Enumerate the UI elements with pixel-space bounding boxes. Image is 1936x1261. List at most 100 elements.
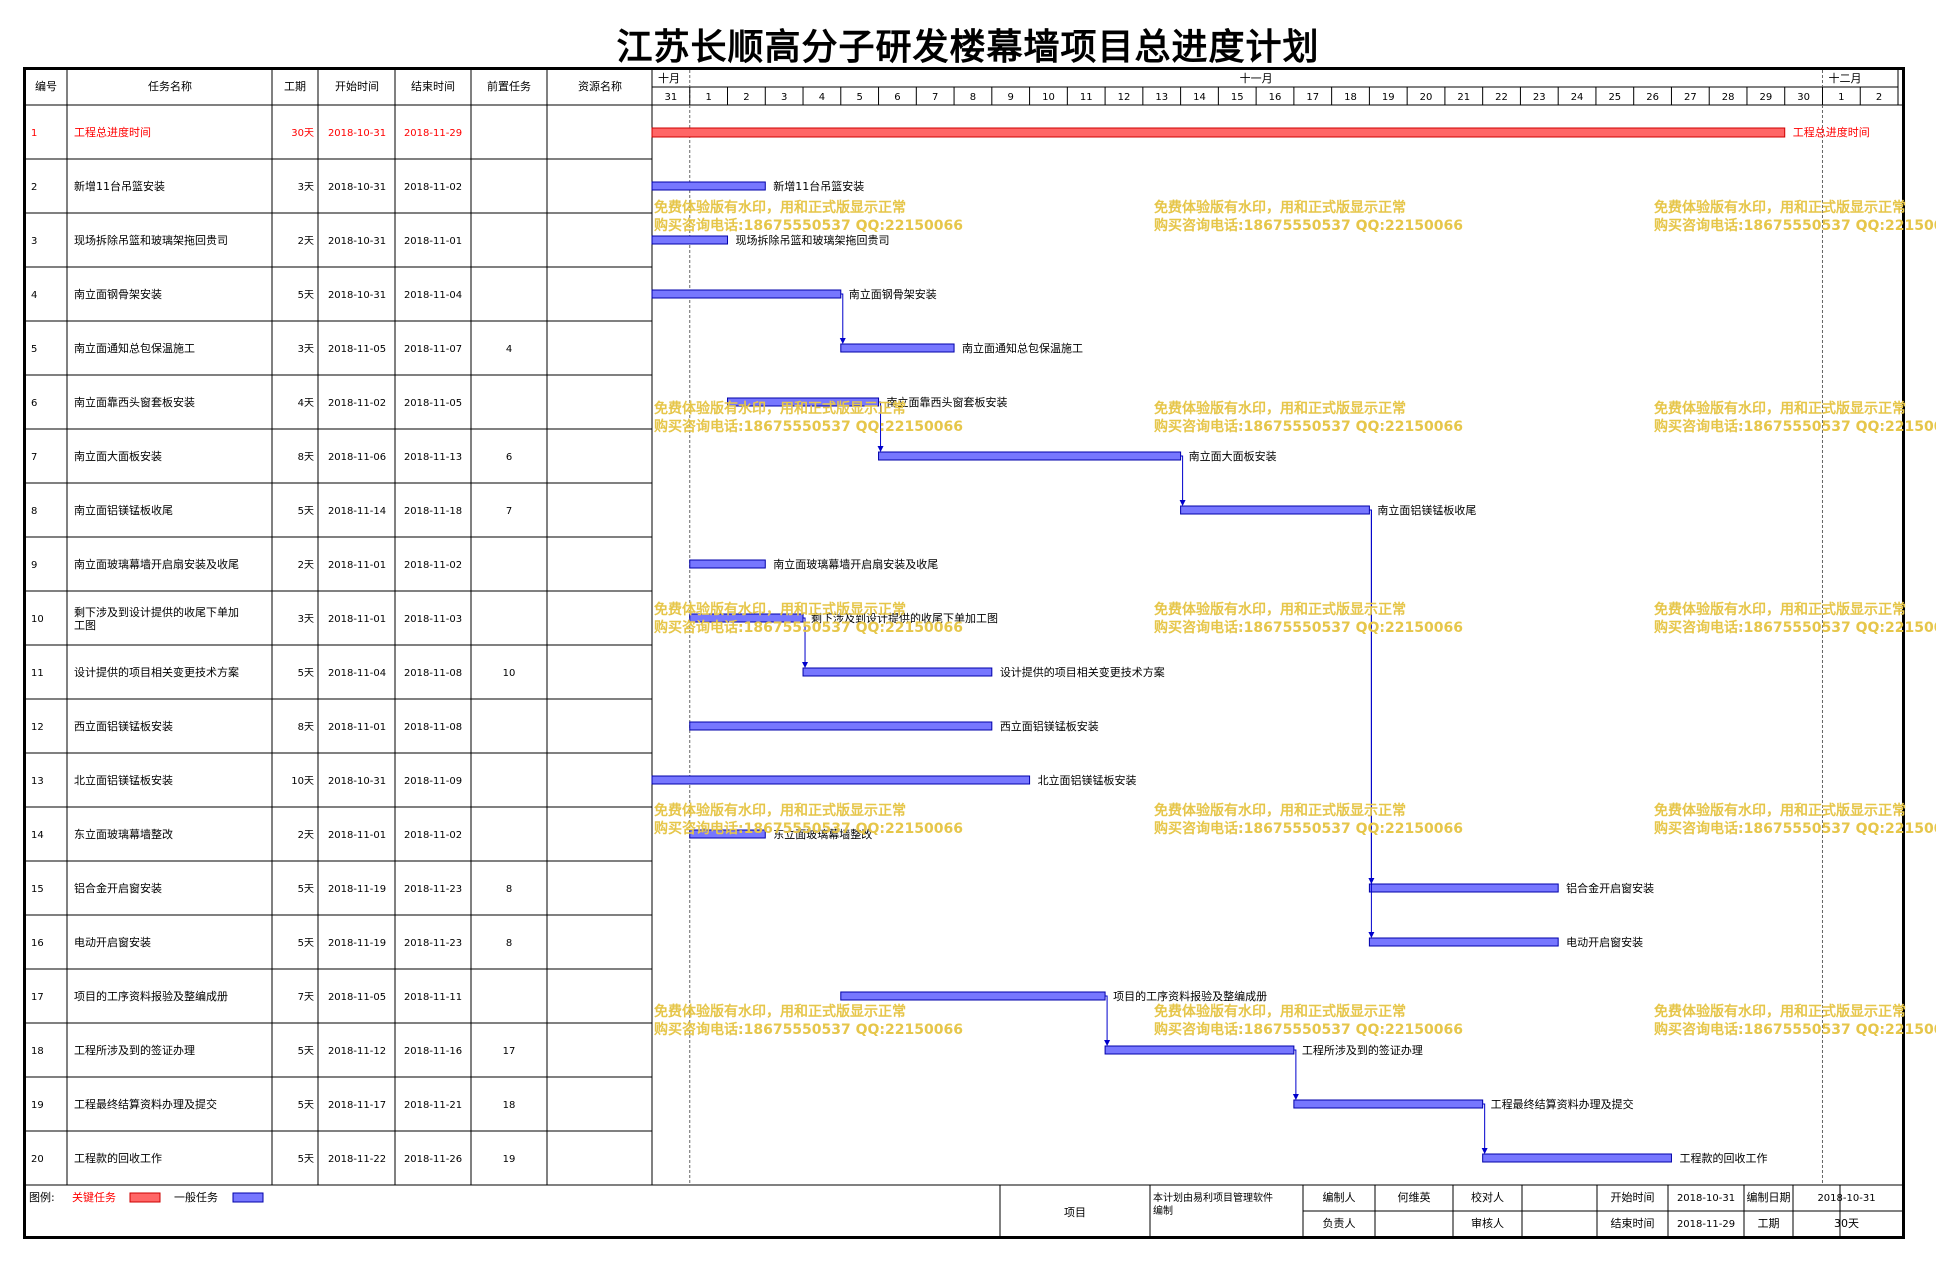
task-predecessor: 8 xyxy=(506,884,512,895)
dependency-link xyxy=(1293,1049,1297,1098)
task-predecessor: 10 xyxy=(503,668,516,679)
footer-reviewer-label: 审核人 xyxy=(1471,1216,1504,1230)
day-label: 26 xyxy=(1646,92,1659,103)
bar-label: 南立面玻璃幕墙开启扇安装及收尾 xyxy=(773,557,938,571)
day-label: 1 xyxy=(1838,92,1844,103)
task-start: 2018-11-12 xyxy=(328,1046,386,1057)
task-id: 5 xyxy=(31,344,37,355)
footer-software-note: 编制 xyxy=(1153,1204,1173,1217)
task-end: 2018-11-29 xyxy=(404,128,462,139)
day-label: 23 xyxy=(1533,92,1546,103)
day-label: 25 xyxy=(1608,92,1621,103)
task-name: 工图 xyxy=(74,619,96,632)
task-start: 2018-11-17 xyxy=(328,1100,386,1111)
task-duration: 3天 xyxy=(298,614,314,625)
day-label: 7 xyxy=(932,92,938,103)
dependency-arrow xyxy=(1179,500,1186,506)
footer-start-label: 开始时间 xyxy=(1611,1190,1655,1204)
task-start: 2018-10-31 xyxy=(328,776,386,787)
bar-label: 现场拆除吊篮和玻璃架拖回贵司 xyxy=(736,233,890,247)
dependency-arrow xyxy=(839,338,846,344)
watermark-line1: 免费体验版有水印，用和正式版显示正常 xyxy=(654,1003,906,1020)
task-predecessor: 18 xyxy=(503,1100,516,1111)
task-name: 电动开启窗安装 xyxy=(74,935,151,949)
task-end: 2018-11-02 xyxy=(404,182,462,193)
bar-label: 电动开启窗安装 xyxy=(1566,935,1643,949)
dependency-link xyxy=(1180,455,1184,504)
watermark-line1: 免费体验版有水印，用和正式版显示正常 xyxy=(654,802,906,819)
task-id: 2 xyxy=(31,182,37,193)
day-label: 28 xyxy=(1722,92,1735,103)
month-label: 十月 xyxy=(658,71,680,85)
task-start: 2018-11-22 xyxy=(328,1154,386,1165)
task-duration: 8天 xyxy=(298,452,314,463)
bar-label: 工程款的回收工作 xyxy=(1679,1151,1767,1165)
task-predecessor: 17 xyxy=(503,1046,516,1057)
task-name: 工程款的回收工作 xyxy=(74,1151,162,1165)
task-name: 南立面靠西头窗套板安装 xyxy=(74,395,195,409)
bar-label: 工程总进度时间 xyxy=(1793,125,1870,139)
legend-critical-label: 关键任务 xyxy=(72,1190,116,1204)
task-bar xyxy=(689,559,766,569)
day-label: 20 xyxy=(1420,92,1433,103)
dependency-arrow xyxy=(802,662,809,668)
task-start: 2018-11-19 xyxy=(328,884,386,895)
task-name: 新增11台吊篮安装 xyxy=(74,179,165,193)
task-duration: 2天 xyxy=(298,830,314,841)
header-duration: 工期 xyxy=(284,80,306,93)
task-start: 2018-10-31 xyxy=(328,128,386,139)
footer-project-label: 项目 xyxy=(1064,1206,1086,1219)
bar-label: 南立面铝镁锰板收尾 xyxy=(1377,503,1476,517)
task-end: 2018-11-09 xyxy=(404,776,462,787)
watermark-line1: 免费体验版有水印，用和正式版显示正常 xyxy=(654,400,906,417)
bar-label: 铝合金开启窗安装 xyxy=(1566,881,1654,895)
task-bar xyxy=(1180,505,1370,515)
task-name: 铝合金开启窗安装 xyxy=(74,881,162,895)
dependency-link xyxy=(1105,995,1108,1044)
task-duration: 5天 xyxy=(298,1046,314,1057)
task-name: 工程所涉及到的签证办理 xyxy=(74,1043,195,1057)
task-id: 7 xyxy=(31,452,37,463)
task-bar xyxy=(1368,937,1559,947)
task-bar xyxy=(802,667,993,677)
header-start: 开始时间 xyxy=(335,79,379,93)
task-duration: 10天 xyxy=(291,776,314,787)
watermark-line2: 购买咨询电话:18675550537 QQ:22150066 xyxy=(1154,820,1463,837)
task-end: 2018-11-23 xyxy=(404,884,462,895)
dependency-arrow xyxy=(1104,1040,1111,1046)
task-id: 18 xyxy=(31,1046,44,1057)
day-label: 2 xyxy=(1876,92,1882,103)
task-end: 2018-11-08 xyxy=(404,668,462,679)
dependency-arrow xyxy=(1481,1148,1488,1154)
day-label: 10 xyxy=(1042,92,1055,103)
month-label: 十二月 xyxy=(1828,71,1861,85)
task-id: 16 xyxy=(31,938,44,949)
watermark-line1: 免费体验版有水印，用和正式版显示正常 xyxy=(1154,601,1406,618)
task-name: 工程最终结算资料办理及提交 xyxy=(74,1097,217,1111)
day-label: 14 xyxy=(1193,92,1206,103)
watermark-line1: 免费体验版有水印，用和正式版显示正常 xyxy=(1654,802,1906,819)
task-duration: 5天 xyxy=(298,1100,314,1111)
watermark-line2: 购买咨询电话:18675550537 QQ:22150066 xyxy=(1654,217,1936,234)
task-duration: 3天 xyxy=(298,182,314,193)
task-end: 2018-11-26 xyxy=(404,1154,462,1165)
task-start: 2018-11-06 xyxy=(328,452,386,463)
header-name: 任务名称 xyxy=(148,79,192,93)
task-start: 2018-11-01 xyxy=(328,830,386,841)
task-bar xyxy=(1368,883,1559,893)
day-label: 21 xyxy=(1457,92,1470,103)
legend-normal-swatch xyxy=(232,1192,264,1203)
footer-software-note: 本计划由易利项目管理软件 xyxy=(1153,1191,1273,1204)
task-name: 东立面玻璃幕墙整改 xyxy=(74,827,173,841)
footer-end-value: 2018-11-29 xyxy=(1677,1219,1735,1230)
task-name: 西立面铝镁锰板安装 xyxy=(74,719,173,733)
day-label: 24 xyxy=(1571,92,1584,103)
task-id: 19 xyxy=(31,1100,44,1111)
bar-label: 工程所涉及到的签证办理 xyxy=(1302,1043,1423,1057)
task-name: 项目的工序资料报验及整编成册 xyxy=(74,989,228,1003)
watermark-line1: 免费体验版有水印，用和正式版显示正常 xyxy=(1654,400,1906,417)
task-end: 2018-11-18 xyxy=(404,506,462,517)
task-end: 2018-11-04 xyxy=(404,290,462,301)
task-id: 13 xyxy=(31,776,44,787)
task-bar xyxy=(651,127,1786,138)
